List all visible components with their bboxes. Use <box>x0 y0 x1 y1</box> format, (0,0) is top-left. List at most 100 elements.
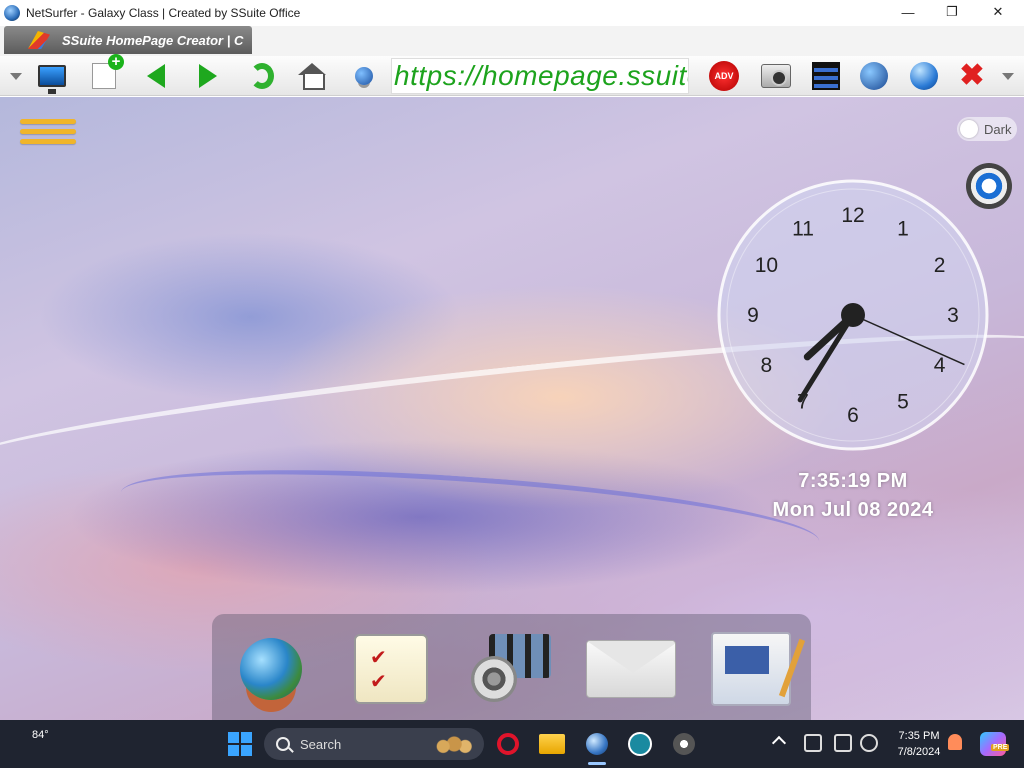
stop-icon: ✖ <box>959 59 985 92</box>
clock-number: 12 <box>841 204 864 227</box>
tab-label: SSuite HomePage Creator | C <box>62 32 244 48</box>
mail-app-icon <box>586 640 676 698</box>
reload-icon <box>250 63 274 89</box>
desktop-button[interactable] <box>36 60 68 94</box>
clock-number: 11 <box>792 217 814 240</box>
chevron-up-icon[interactable] <box>771 735 787 751</box>
globe-button[interactable] <box>348 60 380 92</box>
volume-icon[interactable] <box>860 734 878 752</box>
system-clock[interactable]: 7:35 PM 7/8/2024 <box>890 728 948 760</box>
search-label: Search <box>300 736 342 752</box>
search-globe-icon <box>860 62 888 90</box>
taskbar-search[interactable]: Search <box>264 728 484 760</box>
new-page-button[interactable] <box>88 54 124 92</box>
tasks-app-icon <box>354 634 428 704</box>
windows-logo-tile <box>228 732 239 743</box>
search-highlight-icon <box>430 732 474 756</box>
globe-icon <box>355 67 373 85</box>
tab-bar: SSuite HomePage Creator | C <box>0 26 1024 56</box>
window-title: NetSurfer - Galaxy Class | Created by SS… <box>26 6 301 20</box>
dock-item-media[interactable] <box>466 624 556 714</box>
notification-bell-icon[interactable] <box>948 734 962 750</box>
menu-line <box>20 139 76 144</box>
netsurfer-app-icon <box>4 5 20 21</box>
active-app-indicator <box>588 762 606 765</box>
clock-number: 6 <box>847 404 859 427</box>
back-arrow-icon <box>147 64 165 88</box>
tab-homepage-creator[interactable]: SSuite HomePage Creator | C <box>4 26 252 54</box>
netsurfer-icon <box>586 733 608 755</box>
media-button[interactable] <box>810 60 842 92</box>
clock-number: 8 <box>761 354 773 377</box>
dark-mode-toggle[interactable]: Dark <box>957 117 1017 141</box>
reload-button[interactable] <box>246 60 278 92</box>
network-icon[interactable] <box>804 734 822 752</box>
forward-arrow-icon <box>199 64 217 88</box>
clock-number: 3 <box>947 304 959 327</box>
maximize-button[interactable]: ❐ <box>930 0 974 24</box>
netsurfer-taskbar-button[interactable] <box>583 730 611 758</box>
stop-button[interactable]: ✖ <box>956 60 988 92</box>
film-icon <box>812 62 840 90</box>
homepage-content: Dark 12 1 2 3 4 5 6 7 8 9 10 11 7:35:19 PM Mon Jul … <box>0 97 1024 720</box>
digital-date: Mon Jul 08 2024 <box>772 499 934 521</box>
menu-line <box>20 119 76 124</box>
tray-date: 7/8/2024 <box>897 746 941 758</box>
pre-badge: PRE <box>991 744 1010 751</box>
opera-taskbar-button[interactable] <box>494 730 522 758</box>
folder-icon <box>539 734 565 754</box>
media-app-icon <box>471 634 551 704</box>
home-button[interactable] <box>296 60 328 92</box>
hamburger-menu-button[interactable] <box>20 119 76 149</box>
gear-icon <box>673 733 695 755</box>
news-app-icon <box>711 632 791 706</box>
opera-icon <box>497 733 519 755</box>
clock-center <box>841 303 865 327</box>
dock-item-mail[interactable] <box>586 624 676 714</box>
windows-logo-tile <box>228 745 239 756</box>
dock-item-tasks[interactable] <box>346 624 436 714</box>
more-dropdown-button[interactable] <box>992 60 1024 92</box>
weather-widget[interactable]: 84° <box>32 729 49 741</box>
forward-button[interactable] <box>192 60 224 92</box>
analog-clock: 121234567891011 <box>717 179 989 451</box>
wallpaper-wave <box>118 452 822 582</box>
blue-ball-icon <box>910 62 938 90</box>
adblock-button[interactable]: ADV <box>708 60 740 92</box>
digital-time: 7:35:19 PM <box>798 470 908 492</box>
url-text: https://homepage.ssuiteoffice.com <box>394 60 688 91</box>
browser-toolbar: https://homepage.ssuiteoffice.com ADV ✖ <box>0 54 1024 96</box>
dropdown-icon <box>1002 72 1014 80</box>
clock-number: 9 <box>747 304 759 327</box>
adv-icon: ADV <box>709 61 739 91</box>
windows-logo-tile <box>241 745 252 756</box>
address-bar[interactable]: https://homepage.ssuiteoffice.com <box>391 58 689 94</box>
teal-app-taskbar-button[interactable] <box>626 730 654 758</box>
search-icon <box>276 737 290 751</box>
file-explorer-taskbar-button[interactable] <box>538 730 566 758</box>
close-button[interactable]: ✕ <box>976 0 1020 24</box>
menu-line <box>20 129 76 134</box>
monitor-icon <box>38 65 66 94</box>
settings-taskbar-button[interactable] <box>670 730 698 758</box>
toggle-knob <box>960 120 978 138</box>
app-dock <box>212 614 811 720</box>
clock-number: 2 <box>934 254 946 277</box>
display-icon[interactable] <box>834 734 852 752</box>
clock-number: 10 <box>755 254 778 277</box>
windows-taskbar: 84° Search 7:35 PM 7/8/2024 PRE <box>0 720 1024 768</box>
globe-app-icon <box>240 638 302 700</box>
ssuite-logo-icon <box>28 31 50 49</box>
dock-item-browser[interactable] <box>226 624 316 714</box>
back-button[interactable] <box>140 60 172 92</box>
blue-ball-button[interactable] <box>908 60 940 92</box>
home-icon <box>298 63 326 90</box>
title-bar: NetSurfer - Galaxy Class | Created by SS… <box>0 0 1024 26</box>
start-button[interactable] <box>228 732 252 756</box>
dock-item-news[interactable] <box>706 624 796 714</box>
screenshot-button[interactable] <box>760 60 792 92</box>
menu-dropdown-button[interactable] <box>0 60 32 92</box>
app-icon <box>628 732 652 756</box>
search-globe-button[interactable] <box>858 60 890 92</box>
minimize-button[interactable]: — <box>886 0 930 24</box>
